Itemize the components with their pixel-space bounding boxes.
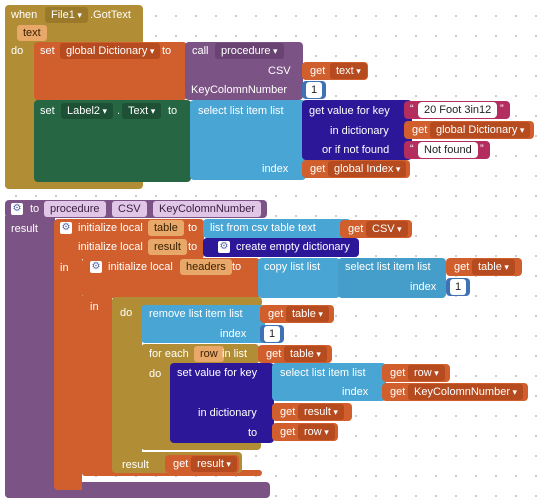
param-text[interactable]: text xyxy=(17,25,47,41)
local-var-headers[interactable]: headers xyxy=(180,259,232,275)
procedure-def-body xyxy=(5,216,55,498)
proc-to-label: to xyxy=(30,203,40,215)
for-each-label: for each xyxy=(149,348,189,360)
get-label: get xyxy=(266,348,282,360)
gvfk-label: get value for key xyxy=(309,105,390,117)
remove-item-label: remove list item list xyxy=(149,308,243,320)
get-label: get xyxy=(280,406,296,418)
if-not-found-label: or if not found xyxy=(322,144,390,156)
get-label: get xyxy=(348,223,364,235)
set-label: set xyxy=(40,45,55,57)
csv-arg-label: CSV xyxy=(268,65,291,77)
when-label: when xyxy=(11,9,38,21)
do-label: do xyxy=(11,45,24,57)
do-label-3: do xyxy=(149,368,162,380)
get-var-text[interactable]: text xyxy=(330,63,367,79)
index-label-2: index xyxy=(410,281,437,293)
get-label: get xyxy=(173,458,189,470)
select-list-label: select list item list xyxy=(198,105,284,117)
mutator-gear-icon[interactable]: ⚙ xyxy=(90,261,102,273)
get-label: get xyxy=(454,261,470,273)
init-local-label-3: initialize local xyxy=(108,261,173,273)
init-local-headers-body xyxy=(82,296,112,476)
quote-close: ” xyxy=(480,143,484,155)
init-local-label: initialize local xyxy=(78,222,143,234)
number-value-1[interactable]: 1 xyxy=(306,82,322,98)
set-label-2: set xyxy=(40,105,55,117)
to-label-6: to xyxy=(248,427,258,439)
select-list-label-2: select list item list xyxy=(345,261,431,273)
get-var-table[interactable]: table xyxy=(472,259,515,275)
quote-close: ” xyxy=(500,103,504,115)
get-label: get xyxy=(268,308,284,320)
get-var-keycol[interactable]: KeyColomnNumber xyxy=(408,384,524,400)
set-value-label: set value for key xyxy=(177,367,258,379)
index-label-4: index xyxy=(342,386,369,398)
to-label-2: to xyxy=(168,105,178,117)
get-var-global-dictionary[interactable]: global Dictionary xyxy=(430,122,531,138)
mutator-gear-icon[interactable]: ⚙ xyxy=(218,241,230,253)
get-var-row[interactable]: row xyxy=(408,365,445,381)
number-value-index[interactable]: 1 xyxy=(450,279,466,295)
get-label: get xyxy=(390,367,406,379)
init-local-label-2: initialize local xyxy=(78,241,143,253)
create-dict-label: create empty dictionary xyxy=(236,241,350,253)
do-label-2: do xyxy=(120,307,133,319)
in-label-2: in xyxy=(90,301,99,313)
do-result-body xyxy=(112,297,142,473)
prop-dropdown-text[interactable]: Text xyxy=(122,103,162,119)
get-label: get xyxy=(310,65,326,77)
get-label: get xyxy=(280,426,296,438)
number-value-index-2[interactable]: 1 xyxy=(264,326,280,342)
to-label-5: to xyxy=(232,261,242,273)
to-label-3: to xyxy=(188,222,198,234)
in-dictionary-label-2: in dictionary xyxy=(198,407,257,419)
loop-var-row[interactable]: row xyxy=(194,346,224,362)
event-block-body xyxy=(5,40,35,189)
result-label: result xyxy=(11,223,38,235)
param-csv[interactable]: CSV xyxy=(112,201,147,217)
init-local-body xyxy=(54,257,82,490)
get-label: get xyxy=(412,124,428,136)
index-label: index xyxy=(262,163,289,175)
get-var-table-2[interactable]: table xyxy=(286,306,329,322)
string-value-key[interactable]: 20 Foot 3in12 xyxy=(418,102,498,118)
result-label-2: result xyxy=(122,459,149,471)
get-var-result[interactable]: result xyxy=(298,404,344,420)
component-dropdown-label2[interactable]: Label2 xyxy=(61,103,114,119)
quote-open: “ xyxy=(410,143,414,155)
index-label-3: index xyxy=(220,328,247,340)
get-var-table-3[interactable]: table xyxy=(284,346,327,362)
select-list-label-3: select list item list xyxy=(280,367,366,379)
procedure-def-footer xyxy=(5,482,270,498)
string-value-not-found[interactable]: Not found xyxy=(418,142,478,158)
local-var-table[interactable]: table xyxy=(148,220,184,236)
list-from-csv-label: list from csv table text xyxy=(210,222,316,234)
to-label-4: to xyxy=(188,241,198,253)
keycol-arg-label: KeyColomnNumber xyxy=(191,84,287,96)
event-name: .GotText xyxy=(90,9,131,21)
param-keycol[interactable]: KeyColomnNumber xyxy=(153,201,261,217)
get-var-global-index[interactable]: global Index xyxy=(328,161,407,177)
var-dropdown-global-dictionary[interactable]: global Dictionary xyxy=(60,43,161,59)
get-var-result-2[interactable]: result xyxy=(191,456,237,472)
get-label: get xyxy=(310,163,326,175)
copy-list-label: copy list list xyxy=(264,261,321,273)
in-dictionary-label: in dictionary xyxy=(330,125,389,137)
in-list-label: in list xyxy=(222,348,248,360)
local-var-result[interactable]: result xyxy=(148,239,187,255)
quote-open: “ xyxy=(410,103,414,115)
mutator-gear-icon[interactable]: ⚙ xyxy=(60,222,72,234)
mutator-gear-icon[interactable]: ⚙ xyxy=(11,203,23,215)
component-dropdown-file1[interactable]: File1 xyxy=(45,7,88,23)
dot-label: . xyxy=(117,105,121,117)
get-var-row-2[interactable]: row xyxy=(298,424,335,440)
get-label: get xyxy=(390,386,406,398)
to-label: to xyxy=(162,45,172,57)
proc-name-field[interactable]: procedure xyxy=(44,201,106,217)
in-label: in xyxy=(60,262,69,274)
get-var-csv[interactable]: CSV xyxy=(366,221,408,237)
call-label: call xyxy=(192,45,209,57)
proc-dropdown[interactable]: procedure xyxy=(215,43,284,59)
